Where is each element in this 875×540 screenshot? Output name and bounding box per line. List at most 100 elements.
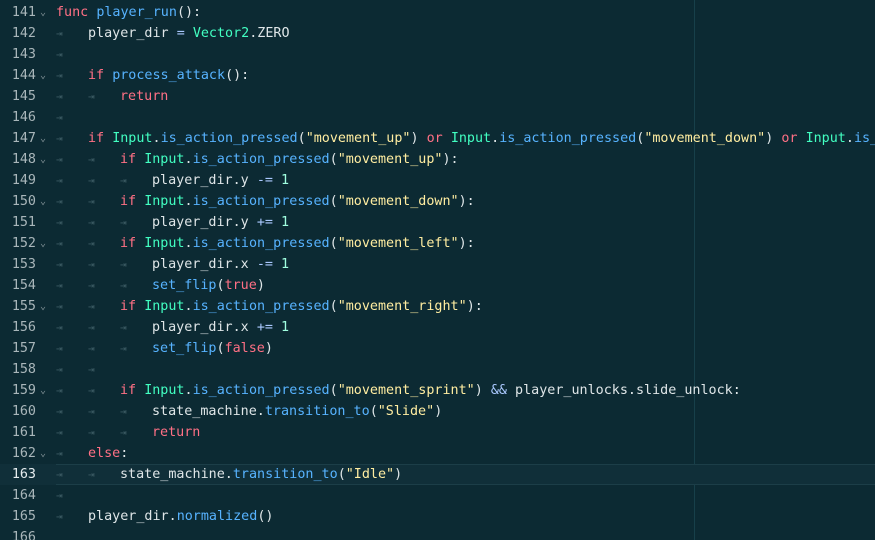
code-line[interactable]: 159 ⌄ ⇥ ⇥ if Input.is_action_pressed("moveme… <box>0 380 875 401</box>
fold-chevron-icon[interactable]: ⌄ <box>38 233 48 254</box>
code-token: is_action_pressed <box>192 194 330 209</box>
code-token: Vector2 <box>192 26 250 41</box>
code-text[interactable]: if Input.is_action_pressed("movement_dow… <box>120 191 475 212</box>
code-token: (): <box>225 68 250 83</box>
tab-indent-icon: ⇥ <box>56 300 63 313</box>
code-text[interactable]: state_machine.transition_to("Idle") <box>120 464 402 485</box>
code-token: if <box>120 194 137 209</box>
tab-indent-icon: ⇥ <box>56 405 63 418</box>
code-line[interactable]: 161 ⇥ ⇥ ⇥ return <box>0 422 875 443</box>
fold-chevron-icon[interactable]: ⌄ <box>38 2 48 23</box>
code-text[interactable]: func player_run(): <box>56 2 201 23</box>
code-line[interactable]: 158 ⇥ ⇥ <box>0 359 875 380</box>
tab-indent-icon: ⇥ <box>56 90 63 103</box>
code-text[interactable]: if Input.is_action_pressed("movement_up"… <box>88 128 875 149</box>
code-line[interactable]: 156 ⇥ ⇥ ⇥ player_dir.x += 1 <box>0 317 875 338</box>
code-token: += <box>256 320 273 335</box>
code-line[interactable]: 157 ⇥ ⇥ ⇥ set_flip(false) <box>0 338 875 359</box>
line-number: 149 <box>11 173 36 188</box>
code-line[interactable]: 164 ⇥ <box>0 485 875 506</box>
tab-indent-icon: ⇥ <box>56 153 63 166</box>
code-line[interactable]: 153 ⇥ ⇥ ⇥ player_dir.x -= 1 <box>0 254 875 275</box>
code-text[interactable]: player_dir.y += 1 <box>152 212 289 233</box>
code-text[interactable]: player_dir.x += 1 <box>152 317 289 338</box>
fold-chevron-icon[interactable]: ⌄ <box>38 296 48 317</box>
fold-chevron-icon[interactable]: ⌄ <box>38 149 48 170</box>
code-text[interactable]: if Input.is_action_pressed("movement_lef… <box>120 233 475 254</box>
code-line[interactable]: 160 ⇥ ⇥ ⇥ state_machine.transition_to("Slide… <box>0 401 875 422</box>
line-number: 146 <box>11 110 36 125</box>
code-token: ) <box>410 131 427 146</box>
code-text[interactable]: state_machine.transition_to("Slide") <box>152 401 442 422</box>
code-line[interactable]: 144 ⌄ ⇥ if process_attack(): <box>0 65 875 86</box>
line-number: 152 <box>11 236 36 251</box>
tab-indent-icon: ⇥ <box>88 279 95 292</box>
tab-indent-icon: ⇥ <box>56 426 63 439</box>
code-line[interactable]: 147 ⌄ ⇥ if Input.is_action_pressed("movemen… <box>0 128 875 149</box>
code-line[interactable]: 162 ⌄ ⇥ else: <box>0 443 875 464</box>
tab-indent-icon: ⇥ <box>88 426 95 439</box>
code-text[interactable]: set_flip(false) <box>152 338 273 359</box>
code-line[interactable]: 146 ⇥ <box>0 107 875 128</box>
code-token: . <box>184 383 193 398</box>
code-line[interactable]: 143 ⇥ <box>0 44 875 65</box>
line-number: 164 <box>11 488 36 503</box>
code-text[interactable]: player_dir = Vector2.ZERO <box>88 23 290 44</box>
code-token: Input <box>144 383 185 398</box>
code-text[interactable]: return <box>120 86 168 107</box>
code-line[interactable]: 151 ⇥ ⇥ ⇥ player_dir.y += 1 <box>0 212 875 233</box>
code-line[interactable]: 141 ⌄ func player_run(): <box>0 2 875 23</box>
code-lines[interactable]: 141 ⌄ func player_run(): 142 ⇥ player_dir = V… <box>0 0 875 540</box>
fold-chevron-icon[interactable]: ⌄ <box>38 65 48 86</box>
code-text[interactable]: player_dir.x -= 1 <box>152 254 289 275</box>
fold-chevron-icon[interactable]: ⌄ <box>38 380 48 401</box>
tab-indent-icon: ⇥ <box>88 90 95 103</box>
code-text[interactable]: if Input.is_action_pressed("movement_up"… <box>120 149 459 170</box>
code-editor[interactable]: 141 ⌄ func player_run(): 142 ⇥ player_dir = V… <box>0 0 875 540</box>
tab-indent-icon: ⇥ <box>88 258 95 271</box>
code-line[interactable]: 152 ⌄ ⇥ ⇥ if Input.is_action_pressed("moveme… <box>0 233 875 254</box>
code-text[interactable]: if Input.is_action_pressed("movement_spr… <box>120 380 741 401</box>
code-line[interactable]: 148 ⌄ ⇥ ⇥ if Input.is_action_pressed("moveme… <box>0 149 875 170</box>
code-token: ): <box>458 194 475 209</box>
code-line[interactable]: 150 ⌄ ⇥ ⇥ if Input.is_action_pressed("moveme… <box>0 191 875 212</box>
code-line[interactable]: 154 ⇥ ⇥ ⇥ set_flip(true) <box>0 275 875 296</box>
line-number: 147 <box>11 131 36 146</box>
code-token: 1 <box>281 257 290 272</box>
tab-indent-icon: ⇥ <box>88 342 95 355</box>
code-text[interactable]: else: <box>88 443 128 464</box>
code-text[interactable]: player_dir.y -= 1 <box>152 170 289 191</box>
code-token: "movement_sprint" <box>337 383 475 398</box>
line-number: 162 <box>11 446 36 461</box>
code-text[interactable]: if Input.is_action_pressed("movement_rig… <box>120 296 483 317</box>
tab-indent-icon: ⇥ <box>56 48 63 61</box>
code-token: ( <box>329 299 338 314</box>
code-line[interactable]: 145 ⇥ ⇥ return <box>0 86 875 107</box>
tab-indent-icon: ⇥ <box>56 342 63 355</box>
code-text[interactable]: if process_attack(): <box>88 65 249 86</box>
code-line[interactable]: 165 ⇥ player_dir.normalized() <box>0 506 875 527</box>
code-line[interactable]: 166 <box>0 527 875 540</box>
fold-chevron-icon[interactable]: ⌄ <box>38 443 48 464</box>
code-line[interactable]: 142 ⇥ player_dir = Vector2.ZERO <box>0 23 875 44</box>
code-token: ( <box>337 467 346 482</box>
line-number: 148 <box>11 152 36 167</box>
code-token: . <box>491 131 500 146</box>
code-line[interactable]: 163 ⇥ ⇥ state_machine.transition_to("Idle") <box>0 464 875 485</box>
code-token: transition_to <box>264 404 370 419</box>
code-line[interactable]: 149 ⇥ ⇥ ⇥ player_dir.y -= 1 <box>0 170 875 191</box>
code-text[interactable]: set_flip(true) <box>152 275 265 296</box>
fold-chevron-icon[interactable]: ⌄ <box>38 191 48 212</box>
fold-chevron-icon[interactable]: ⌄ <box>38 128 48 149</box>
line-number: 157 <box>11 341 36 356</box>
code-text[interactable]: player_dir.normalized() <box>88 506 273 527</box>
code-token: ): <box>466 299 483 314</box>
line-number: 143 <box>11 47 36 62</box>
code-text[interactable]: return <box>152 422 200 443</box>
line-number: 150 <box>11 194 36 209</box>
code-line[interactable]: 155 ⌄ ⇥ ⇥ if Input.is_action_pressed("moveme… <box>0 296 875 317</box>
line-number: 151 <box>11 215 36 230</box>
